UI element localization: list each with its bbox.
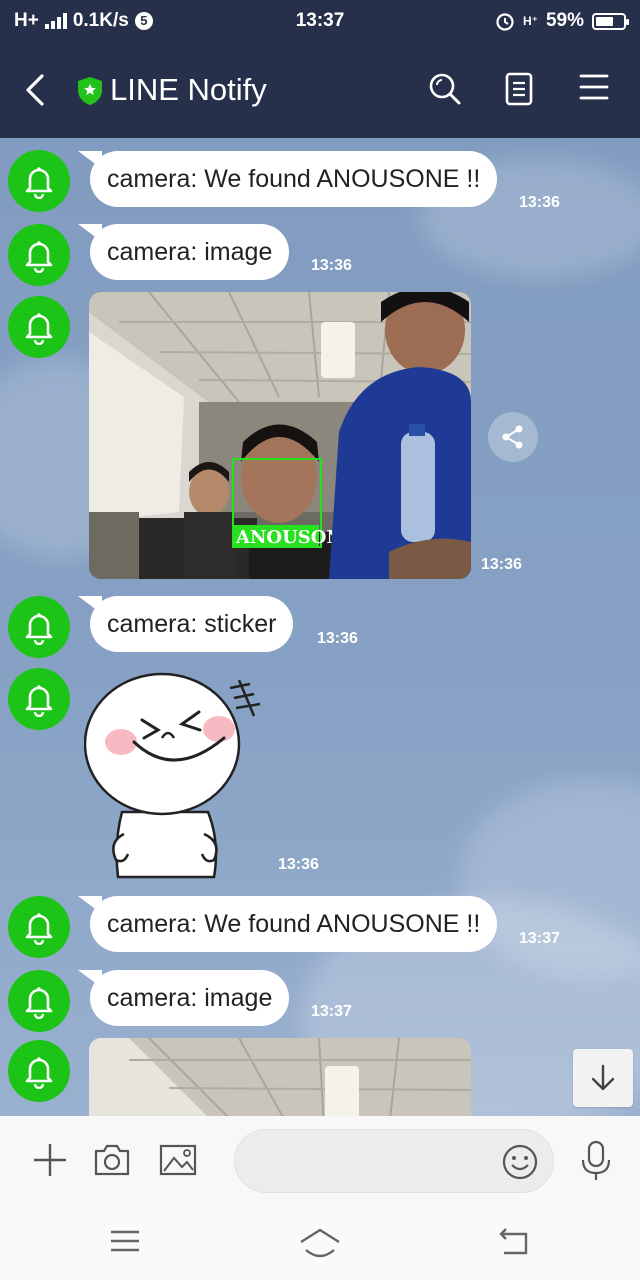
message-time: 13:36 xyxy=(317,630,358,647)
message-row: 13:36 xyxy=(0,666,640,886)
message-row: ANOUSONE 13:36 xyxy=(0,292,640,582)
notes-icon[interactable] xyxy=(504,72,534,106)
arrow-down-icon xyxy=(591,1064,615,1091)
bell-avatar-icon[interactable] xyxy=(8,668,70,730)
camera-image[interactable]: ANOUSONE xyxy=(89,292,471,579)
recent-apps-icon[interactable] xyxy=(108,1226,142,1256)
chat-header: LINE Notify xyxy=(0,42,640,138)
image-icon[interactable] xyxy=(158,1140,198,1180)
network-type-2: H⁺ xyxy=(522,14,538,28)
message-bubble[interactable]: camera: We found ANOUSONE !! xyxy=(90,151,498,207)
bell-avatar-icon[interactable] xyxy=(8,596,70,658)
battery-icon xyxy=(592,12,629,30)
back-arrow-icon[interactable] xyxy=(22,72,48,108)
message-time: 13:36 xyxy=(311,257,352,274)
message-row: camera: sticker 13:36 xyxy=(0,594,640,664)
share-icon xyxy=(502,425,523,449)
bell-avatar-icon[interactable] xyxy=(8,296,70,358)
bell-avatar-icon[interactable] xyxy=(8,150,70,212)
chat-area[interactable]: camera: We found ANOUSONE !! 13:36 camer… xyxy=(0,138,640,1116)
status-bar: H+ 0.1K/s 5 13:37 H⁺ 59% xyxy=(0,0,640,42)
message-time: 13:36 xyxy=(278,856,319,873)
message-row: camera: image 13:37 xyxy=(0,968,640,1038)
moon-sticker[interactable] xyxy=(84,672,274,882)
message-bubble[interactable]: camera: image xyxy=(90,970,290,1026)
scroll-to-bottom-button[interactable] xyxy=(573,1049,633,1107)
message-bubble[interactable]: camera: We found ANOUSONE !! xyxy=(90,896,498,952)
message-input-bar xyxy=(0,1116,640,1208)
bell-avatar-icon[interactable] xyxy=(8,970,70,1032)
verified-shield-icon xyxy=(78,77,102,105)
search-icon[interactable] xyxy=(428,72,462,106)
message-bubble[interactable]: camera: image xyxy=(90,224,290,280)
message-time: 13:36 xyxy=(481,556,522,573)
alarm-icon xyxy=(496,13,514,31)
message-input[interactable] xyxy=(234,1129,554,1193)
bell-avatar-icon[interactable] xyxy=(8,896,70,958)
share-button[interactable] xyxy=(488,412,538,462)
camera-image[interactable] xyxy=(89,1038,471,1116)
emoji-icon[interactable] xyxy=(501,1143,539,1181)
message-bubble[interactable]: camera: sticker xyxy=(90,596,294,652)
message-row xyxy=(0,1038,640,1116)
message-row: camera: We found ANOUSONE !! 13:36 xyxy=(0,148,640,218)
microphone-icon[interactable] xyxy=(578,1140,614,1182)
bell-avatar-icon[interactable] xyxy=(8,224,70,286)
system-nav-bar xyxy=(0,1208,640,1280)
plus-icon[interactable] xyxy=(30,1140,70,1180)
camera-icon[interactable] xyxy=(92,1140,132,1180)
bell-avatar-icon[interactable] xyxy=(8,1040,70,1102)
battery-percent: 59% xyxy=(545,10,584,31)
chat-title: LINE Notify xyxy=(110,72,267,107)
home-icon[interactable] xyxy=(298,1226,342,1262)
message-time: 13:36 xyxy=(519,194,560,211)
back-nav-icon[interactable] xyxy=(496,1226,532,1258)
message-row: camera: We found ANOUSONE !! 13:37 xyxy=(0,894,640,964)
message-time: 13:37 xyxy=(311,1003,352,1020)
menu-icon[interactable] xyxy=(578,72,610,102)
message-time: 13:37 xyxy=(519,930,560,947)
message-row: camera: image 13:36 xyxy=(0,222,640,292)
